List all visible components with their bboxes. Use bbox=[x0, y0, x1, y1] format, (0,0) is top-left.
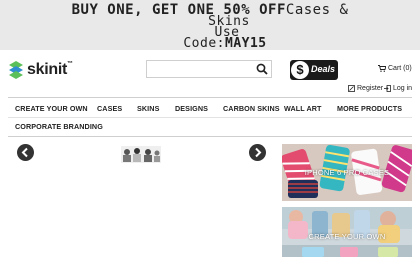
slide-thumbnail-image bbox=[121, 146, 161, 163]
slider-next-button[interactable] bbox=[249, 144, 266, 161]
chevron-left-icon bbox=[21, 147, 28, 158]
nav-item-more-products[interactable]: MORE PRODUCTS bbox=[337, 104, 402, 113]
tile-create-your-own[interactable]: CREATE YOUR OWN bbox=[282, 207, 412, 257]
login-link[interactable]: Log in bbox=[384, 85, 412, 92]
tile-caption-iphone-cases: IPHONE 6 PRO CASES bbox=[304, 168, 390, 177]
nav-divider-top bbox=[8, 97, 412, 98]
skinit-logo[interactable]: skinit™ bbox=[8, 60, 73, 80]
main-nav: CREATE YOUR OWN CASES SKINS DESIGNS CARB… bbox=[0, 100, 420, 136]
login-icon bbox=[384, 85, 391, 92]
dollar-coin-icon: $ bbox=[291, 61, 309, 79]
skinit-logo-icon bbox=[9, 61, 23, 79]
register-icon bbox=[348, 85, 355, 92]
nav-item-create-your-own[interactable]: CREATE YOUR OWN bbox=[15, 104, 88, 113]
nav-item-designs[interactable]: DESIGNS bbox=[175, 104, 208, 113]
promo-code-value: MAY15 bbox=[225, 36, 267, 51]
nav-item-cases[interactable]: CASES bbox=[97, 104, 122, 113]
search-input[interactable] bbox=[149, 62, 257, 76]
nav-item-carbon-skins[interactable]: CARBON SKINS bbox=[223, 104, 280, 113]
search-box bbox=[146, 60, 272, 78]
nav-divider-bottom bbox=[8, 136, 412, 137]
cart-link[interactable]: Cart (0) bbox=[378, 65, 412, 72]
deals-badge[interactable]: $ Deals bbox=[290, 60, 338, 80]
slider-image[interactable] bbox=[121, 146, 161, 163]
nav-item-corporate-branding[interactable]: CORPORATE BRANDING bbox=[15, 122, 103, 131]
promo-banner: BUY ONE, GET ONE 50% OFFCases & Skins Us… bbox=[0, 0, 420, 50]
login-label: Log in bbox=[393, 85, 413, 92]
nav-item-wall-art[interactable]: WALL ART bbox=[284, 104, 322, 113]
slider-prev-button[interactable] bbox=[17, 144, 34, 161]
search-button[interactable] bbox=[255, 62, 269, 76]
search-icon bbox=[256, 63, 268, 75]
nav-item-skins[interactable]: SKINS bbox=[137, 104, 159, 113]
promo-code-label: Code: bbox=[183, 36, 225, 51]
chevron-right-icon bbox=[255, 147, 262, 158]
tile-iphone-cases[interactable]: IPHONE 6 PRO CASES bbox=[282, 144, 412, 201]
logo-text: skinit™ bbox=[27, 61, 73, 78]
register-link[interactable]: Register bbox=[348, 85, 383, 92]
deals-label: Deals bbox=[311, 64, 336, 74]
register-label: Register bbox=[357, 85, 384, 92]
tile-caption-create-your-own: CREATE YOUR OWN bbox=[308, 232, 386, 241]
nav-divider-middle bbox=[8, 117, 412, 118]
cart-label: Cart (0) bbox=[388, 65, 412, 72]
cart-icon bbox=[378, 65, 386, 72]
promo-code: Code:MAY15 bbox=[0, 37, 420, 50]
